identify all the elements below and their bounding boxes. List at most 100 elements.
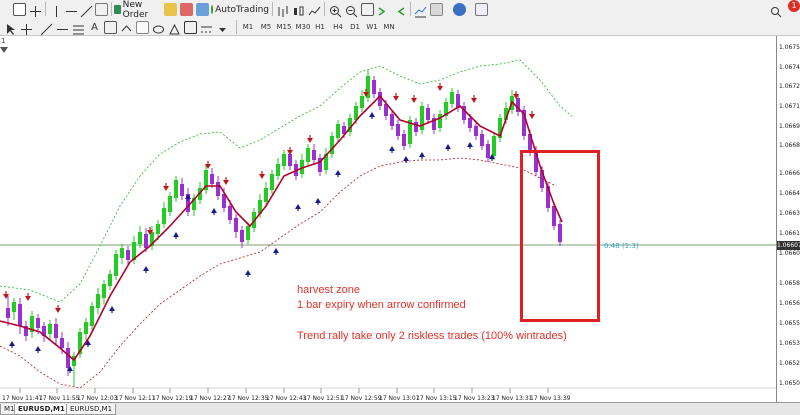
timeframe-h1[interactable]: H1	[312, 21, 328, 34]
down-signal-arrow	[411, 98, 417, 103]
auto-scroll-icon[interactable]	[377, 3, 390, 16]
price-tick: 1.06520	[779, 360, 800, 367]
time-tick-label: 17 Nov 13:15	[416, 395, 457, 402]
current-price-label: 1.06607	[777, 241, 800, 250]
bearish-candle	[480, 134, 484, 146]
dropdown-icon[interactable]	[216, 21, 229, 34]
timeframe-m30[interactable]: M30	[295, 21, 311, 34]
channel-icon[interactable]	[95, 3, 108, 16]
trend-line-icon[interactable]	[40, 21, 53, 36]
new-order-icon	[114, 5, 121, 14]
label-icon[interactable]	[136, 21, 149, 34]
time-tick-label: 17 Nov 13:07	[379, 395, 420, 402]
time-tick-label: 17 Nov 12:59	[341, 395, 382, 402]
terminal-icon[interactable]	[196, 3, 209, 16]
tile-windows-icon[interactable]	[361, 3, 374, 16]
bearish-candle	[378, 92, 382, 106]
price-tick: 1.06630	[779, 210, 800, 217]
templates-icon[interactable]	[453, 3, 466, 16]
price-tick: 1.06710	[779, 103, 800, 110]
annotation-trend-rally: Trend rally take only 2 riskless trades …	[297, 330, 567, 342]
bullish-candle	[450, 92, 454, 104]
notification-badge[interactable]: 1	[788, 0, 800, 12]
auto-trading-button[interactable]: AutoTrading	[211, 2, 269, 17]
ellipse-icon[interactable]	[152, 21, 165, 34]
bar-chart-icon[interactable]	[276, 3, 289, 17]
timeframe-m1[interactable]: M1	[240, 21, 256, 34]
new-order-label: New Order	[122, 0, 149, 20]
chart-shift-marker[interactable]	[0, 47, 8, 53]
bullish-candle	[492, 136, 496, 156]
annotation-bar-expiry: 1 bar expiry when arrow confirmed	[297, 299, 466, 311]
harvest-zone-rectangle[interactable]	[520, 150, 600, 322]
arrow-icon[interactable]	[120, 21, 133, 34]
cross-icon[interactable]	[20, 21, 33, 35]
arrow-cursor-icon[interactable]	[13, 3, 26, 16]
time-tick-label: 17 Nov 12:43	[266, 395, 307, 402]
navigator-icon[interactable]	[180, 3, 193, 16]
bearish-candle	[126, 250, 130, 260]
trendline-icon[interactable]	[80, 3, 93, 18]
bearish-candle	[474, 126, 478, 136]
line-chart-icon[interactable]	[308, 3, 321, 16]
bullish-candle	[114, 254, 118, 276]
shape-icon[interactable]	[104, 21, 117, 34]
timeframe-d1[interactable]: D1	[347, 21, 363, 34]
annotation-harvest-zone: harvest zone	[297, 284, 360, 296]
line-style-icon[interactable]	[200, 21, 213, 34]
down-signal-arrow	[471, 98, 477, 103]
down-signal-arrow	[287, 150, 293, 155]
price-chart[interactable]: 17 Nov 11:47 17 Nov 11:55 17 Nov 12:03 17 N…	[0, 36, 776, 402]
down-signal-arrow	[55, 308, 61, 313]
bullish-candle	[174, 180, 178, 198]
bullish-candle	[360, 96, 364, 108]
price-tick: 1.06600	[779, 250, 800, 257]
timeframe-m5[interactable]: M5	[258, 21, 274, 34]
zoom-in-icon[interactable]	[329, 3, 342, 18]
tab-eurusd-m1-active[interactable]: EURUSD,M1	[14, 404, 69, 415]
timeframe-mn[interactable]: MN	[381, 21, 397, 34]
text-icon[interactable]: A	[88, 21, 101, 34]
market-watch-icon[interactable]	[164, 3, 177, 16]
candlestick-icon[interactable]	[292, 3, 305, 16]
down-signal-arrow	[307, 138, 313, 143]
timeframe-w1[interactable]: W1	[364, 21, 380, 34]
horizontal-line-icon[interactable]	[65, 3, 78, 16]
indicators-icon[interactable]	[414, 3, 427, 18]
vertical-line-icon[interactable]	[50, 3, 63, 17]
bearish-candle	[234, 218, 238, 232]
search-icon[interactable]	[770, 3, 782, 18]
tab-eurusd-m1[interactable]: EURUSD,M1	[66, 404, 117, 415]
timeframe-h4[interactable]: H4	[330, 21, 346, 34]
bullish-candle	[276, 164, 280, 176]
periods-icon[interactable]	[430, 3, 443, 16]
bearish-candle	[312, 150, 316, 160]
bullish-candle	[246, 226, 250, 240]
price-tick: 1.06645	[779, 190, 800, 197]
rectangle-icon[interactable]	[184, 21, 197, 34]
zoom-out-icon[interactable]	[345, 3, 358, 18]
profiles-icon[interactable]	[475, 3, 488, 16]
hline-icon[interactable]	[56, 21, 69, 34]
bullish-candle	[438, 114, 442, 128]
chart-shift-icon[interactable]	[393, 3, 406, 16]
cursor-icon[interactable]	[4, 21, 17, 35]
chart-tabs: M1 EURUSD,M1 EURUSD,M1	[0, 402, 800, 415]
bullish-candle	[96, 294, 100, 308]
bullish-candle	[282, 154, 286, 166]
bearish-candle	[426, 108, 430, 120]
bearish-candle	[36, 318, 40, 328]
timeframe-m15[interactable]: M15	[276, 21, 292, 34]
bearish-candle	[210, 174, 214, 184]
price-tick: 1.06550	[779, 320, 800, 327]
new-order-button[interactable]: New Order	[114, 0, 158, 20]
fibo-icon[interactable]	[72, 21, 85, 35]
crosshair-icon[interactable]	[29, 3, 42, 17]
chart-window-number: 1	[1, 37, 6, 45]
price-tick: 1.06615	[779, 230, 800, 237]
time-tick-label: 17 Nov 12:03	[77, 395, 118, 402]
bearish-candle	[390, 114, 394, 126]
bullish-candle	[306, 148, 310, 162]
time-tick-label: 17 Nov 12:19	[152, 395, 193, 402]
triangle-icon[interactable]	[168, 21, 181, 35]
